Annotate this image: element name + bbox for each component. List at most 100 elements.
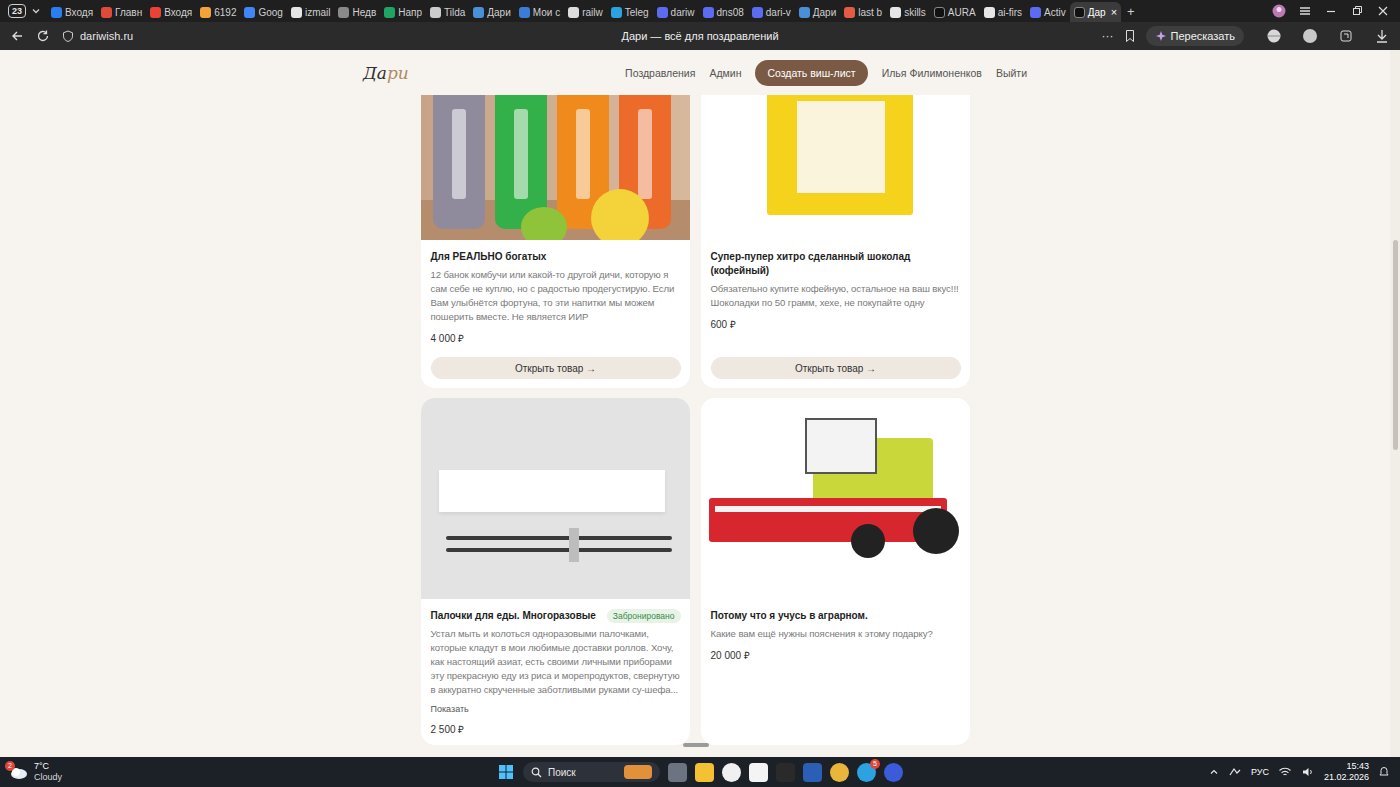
create-wishlist-button[interactable]: Создать виш-лист [755, 60, 867, 86]
terminal-icon[interactable] [749, 763, 768, 782]
button-label: Открыть товар → [515, 363, 596, 374]
menu-icon[interactable] [1298, 4, 1312, 18]
tab-close-button[interactable]: × [1111, 6, 1117, 18]
minimize-icon[interactable] [1324, 4, 1338, 18]
nav-link[interactable]: Илья Филимоненков [882, 67, 982, 79]
back-arrow-icon[interactable] [10, 29, 24, 43]
globe-icon[interactable] [1266, 28, 1282, 44]
nav-link[interactable]: Админ [709, 67, 741, 79]
volume-icon[interactable] [1301, 766, 1315, 778]
windows-start-icon[interactable] [497, 763, 515, 781]
maximize-icon[interactable] [1350, 4, 1364, 18]
weather-widget[interactable]: 2 [8, 764, 28, 780]
open-item-button[interactable]: Открыть товар → [431, 357, 681, 379]
windows-start-icon[interactable] [497, 763, 515, 781]
combine-reel [715, 506, 941, 512]
notification-bell-icon[interactable] [1378, 766, 1390, 778]
browser-tab[interactable]: Goog [240, 2, 286, 22]
logo-part: ри [387, 63, 409, 83]
language-indicator[interactable]: РУС [1251, 767, 1269, 777]
scrollbar-thumb[interactable] [1393, 240, 1398, 450]
menu-icon[interactable] [1298, 4, 1312, 18]
new-tab-button[interactable]: + [1127, 4, 1135, 19]
bookmark-icon[interactable] [1124, 29, 1136, 43]
nav-label: Создать виш-лист [767, 67, 855, 79]
close-window-icon[interactable] [1376, 4, 1390, 18]
browser-tab[interactable]: Activ [1026, 2, 1070, 22]
nav-link[interactable]: Поздравления [625, 67, 695, 79]
globe-icon[interactable] [1266, 28, 1282, 44]
search-icon [531, 767, 542, 778]
browser-tab[interactable]: dari-v [748, 2, 795, 22]
browser-tab[interactable]: Недв [334, 2, 380, 22]
chrome-icon[interactable] [830, 763, 849, 782]
browser-tab[interactable]: ai-firs [980, 2, 1026, 22]
tray-app-icon[interactable] [1228, 765, 1242, 779]
maximize-icon[interactable] [1350, 4, 1364, 18]
browser-tab[interactable]: Tilda [426, 2, 469, 22]
chevron-up-icon[interactable] [1209, 767, 1219, 777]
more-button[interactable]: ··· [1102, 29, 1114, 43]
file-explorer-icon[interactable] [695, 763, 714, 782]
account-icon[interactable] [1302, 28, 1318, 44]
tray-app-icon[interactable] [1228, 765, 1242, 779]
can-label [452, 109, 466, 199]
show-more-link[interactable]: Показать [431, 703, 681, 715]
browser-tab[interactable]: Главн [97, 2, 146, 22]
minimize-icon[interactable] [1324, 4, 1338, 18]
clock[interactable]: 15:4321.02.2026 [1324, 761, 1369, 783]
telegram-icon[interactable]: 5 [857, 763, 876, 782]
nav-link[interactable]: Выйти [996, 67, 1027, 79]
open-item-button[interactable]: Открыть товар → [711, 357, 961, 379]
favicon-icon [799, 7, 810, 18]
yandex-browser-icon[interactable] [722, 763, 741, 782]
browser-tab[interactable]: Входя [146, 2, 196, 22]
reload-icon[interactable] [36, 29, 50, 43]
notification-bell-icon[interactable] [1378, 766, 1390, 778]
extensions-icon[interactable] [1338, 28, 1354, 44]
browser-tab[interactable]: Напр [380, 2, 426, 22]
browser-tab[interactable]: izmail [287, 2, 335, 22]
profile-avatar-icon[interactable] [1272, 4, 1286, 18]
cursor-icon[interactable] [776, 763, 795, 782]
browser-tab[interactable]: last b [840, 2, 886, 22]
task-view-icon[interactable] [668, 763, 687, 782]
reload-icon[interactable] [36, 29, 50, 43]
chevron-up-icon[interactable] [1209, 767, 1219, 777]
browser-tab[interactable]: railw [564, 2, 607, 22]
close-window-icon[interactable] [1376, 4, 1390, 18]
taskbar-search[interactable]: Поиск [523, 762, 660, 782]
can-label [638, 109, 652, 199]
browser-tab[interactable]: Входя [47, 2, 97, 22]
tab-count-button[interactable]: 23 [8, 4, 26, 18]
browser-tab[interactable]: Дари [469, 2, 514, 22]
download-icon[interactable] [1374, 28, 1390, 44]
wifi-icon[interactable] [1278, 766, 1292, 778]
browser-tab[interactable]: Мои с [515, 2, 564, 22]
logo-part: Да [363, 63, 387, 83]
volume-icon[interactable] [1301, 766, 1315, 778]
browser-tab[interactable]: 6192 [196, 2, 240, 22]
site-logo[interactable]: Дари [363, 63, 409, 83]
url-field[interactable]: dariwish.ru [62, 30, 133, 42]
browser-tab[interactable]: AURA [930, 2, 980, 22]
account-icon[interactable] [1302, 28, 1318, 44]
download-icon[interactable] [1374, 28, 1390, 44]
back-arrow-icon[interactable] [10, 29, 24, 43]
browser-tab[interactable]: Дар× [1070, 2, 1121, 22]
chevron-down-icon[interactable] [31, 6, 41, 16]
browser-tab[interactable]: Дари [795, 2, 840, 22]
word-icon[interactable] [803, 763, 822, 782]
chevron-down-icon[interactable] [31, 6, 41, 16]
extensions-icon[interactable] [1338, 28, 1354, 44]
browser-tab[interactable]: dariw [653, 2, 699, 22]
bookmark-icon[interactable] [1124, 29, 1136, 43]
browser-tab[interactable]: skills [886, 2, 930, 22]
browser-tab[interactable]: dns08 [699, 2, 748, 22]
profile-avatar-icon[interactable] [1272, 4, 1286, 18]
summarize-button[interactable]: Пересказать [1146, 26, 1245, 46]
browser-tab[interactable]: Teleg [607, 2, 653, 22]
app-icon[interactable] [884, 763, 903, 782]
wifi-icon[interactable] [1278, 766, 1292, 778]
card-description: Обязательно купите кофейную, остальное н… [711, 282, 961, 310]
